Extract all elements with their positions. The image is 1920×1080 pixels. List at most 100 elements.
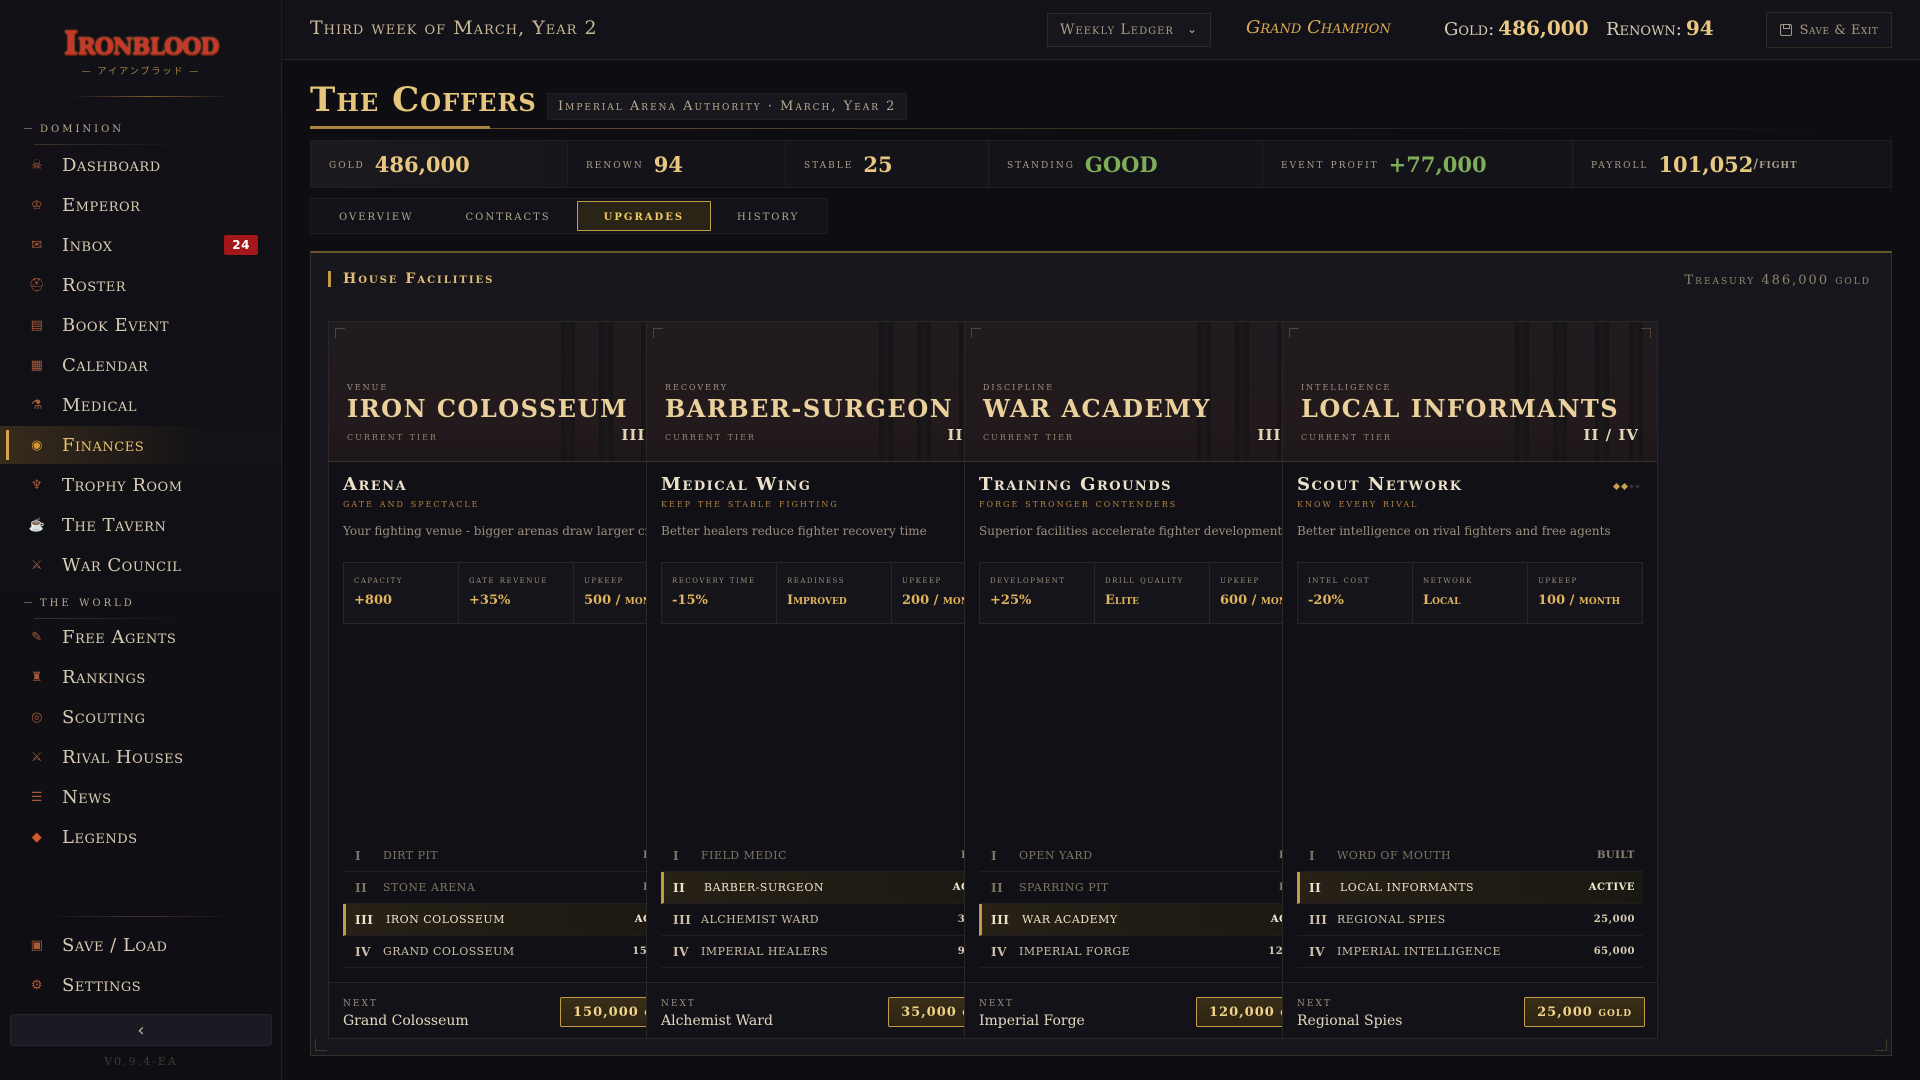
tab-upgrades[interactable]: upgrades [576, 201, 712, 231]
next-upgrade-name: Regional Spies [1297, 1013, 1403, 1029]
tier-row[interactable]: IIIAlchemist Ward35,000 [661, 904, 1007, 936]
spec-value: Elite [1105, 593, 1140, 608]
coins-icon: ◉ [31, 437, 43, 453]
current-tier-label: current tier [1301, 430, 1392, 443]
banner-pillar [561, 322, 575, 461]
sidebar-item-label: Inbox [62, 234, 113, 256]
facility-category: venue [347, 380, 389, 393]
sidebar-item-label: Rival Houses [62, 746, 184, 768]
tier-row: IField MedicBUILT [661, 840, 1007, 872]
skull-icon: ☠ [30, 157, 44, 173]
tier-name: Imperial Intelligence [1337, 945, 1502, 958]
facility-specs: intel cost -20% network Local upkeep 100 / mo… [1297, 562, 1643, 624]
spec-value: -20% [1308, 593, 1344, 608]
current-date: Third week of March, Year 2 [310, 17, 598, 39]
banner-pillar [1197, 322, 1211, 461]
save-exit-button[interactable]: Save & Exit [1766, 12, 1892, 48]
tier-name: Grand Colosseum [383, 945, 515, 958]
sidebar-item-label: Legends [62, 826, 138, 848]
spec-cell: intel cost -20% [1298, 563, 1413, 623]
collapse-sidebar-button[interactable]: ‹ [10, 1014, 272, 1046]
facility-category: recovery [665, 380, 729, 393]
sidebar-item-label: News [62, 786, 112, 808]
tier-row: IDirt PitBUILT [343, 840, 689, 872]
tier-name: Imperial Forge [1019, 945, 1131, 958]
tier-number: III [355, 912, 374, 927]
tier-number: I [355, 848, 362, 863]
sidebar-item-inbox[interactable]: ✉ Inbox 24 [0, 226, 282, 264]
tier-name: Local Informants [1340, 881, 1475, 894]
tier-row: IIStone ArenaBUILT [343, 872, 689, 904]
facility-type-subtitle: forge stronger contenders [979, 496, 1178, 510]
tier-number: IV [991, 944, 1007, 959]
tier-name: Sparring Pit [1019, 881, 1109, 894]
sidebar-item-label: Rankings [62, 666, 146, 688]
tier-number: I [1309, 848, 1316, 863]
tier-name: Word of Mouth [1337, 849, 1452, 862]
crown-icon: ♔ [30, 197, 44, 213]
sidebar-item-rival-houses[interactable]: ⚔ Rival Houses [0, 738, 282, 776]
tier-row[interactable]: IVImperial Forge120,000 [979, 936, 1325, 968]
banner-pillar [599, 322, 613, 461]
tier-row[interactable]: IVGrand Colosseum150,000 [343, 936, 689, 968]
sidebar-item-save-load[interactable]: ▣ Save / Load [0, 926, 282, 964]
stat-suffix: /fight [1753, 156, 1798, 172]
banner-corner [971, 328, 981, 338]
sidebar-item-roster[interactable]: ⛑ Roster [0, 266, 282, 304]
sidebar-item-dashboard[interactable]: ☠ Dashboard [0, 146, 282, 184]
sidebar-item-scouting[interactable]: ◎ Scouting [0, 698, 282, 736]
facility-type-title: Training Grounds [979, 474, 1172, 495]
facility-name: BARBER-SURGEON [665, 394, 954, 423]
stat-value: GOOD [1084, 151, 1158, 177]
spec-label: gate revenue [469, 575, 548, 586]
disk-icon: ▣ [30, 937, 44, 953]
tier-row[interactable]: IV Imperial Intelligence 65,000 [1297, 936, 1643, 968]
sidebar-item-label: Roster [62, 274, 127, 296]
tier-pip-filled [1620, 482, 1629, 491]
gear-icon: ⚙ [30, 977, 44, 993]
gold-value: 486,000 [1498, 16, 1589, 40]
sidebar-item-war-council[interactable]: ⚔ War Council [0, 546, 282, 584]
spec-value: +35% [469, 593, 511, 608]
sidebar-item-settings[interactable]: ⚙ Settings [0, 966, 282, 1004]
tab-bar: overview contracts upgrades history [310, 198, 829, 234]
sidebar-item-finances[interactable]: ◉ Finances [0, 426, 282, 464]
tier-status: ACTIVE [1588, 882, 1635, 893]
sidebar-item-calendar[interactable]: ▦ Calendar [0, 346, 282, 384]
spec-cell: development +25% [980, 563, 1095, 623]
trophy-icon: ♆ [30, 477, 44, 493]
tab-overview[interactable]: overview [313, 201, 439, 231]
spec-cell: readiness Improved [777, 563, 892, 623]
tab-contracts[interactable]: contracts [439, 201, 576, 231]
tier-row: IOpen YardBUILT [979, 840, 1325, 872]
sidebar-item-trophy-room[interactable]: ♆ Trophy Room [0, 466, 282, 504]
banner-pillar [1515, 322, 1529, 461]
tier-row[interactable]: IVImperial Healers90,000 [661, 936, 1007, 968]
tab-history[interactable]: history [711, 201, 825, 231]
purchase-upgrade-button[interactable]: 25,000 gold [1524, 997, 1645, 1027]
sidebar-item-rankings[interactable]: ♜ Rankings [0, 658, 282, 696]
tier-number: II [673, 880, 686, 895]
sidebar-item-news[interactable]: ☰ News [0, 778, 282, 816]
sidebar-item-medical[interactable]: ⚗ Medical [0, 386, 282, 424]
sidebar-item-legends[interactable]: ◆ Legends [0, 818, 282, 856]
sidebar-item-emperor[interactable]: ♔ Emperor [0, 186, 282, 224]
tier-name: Imperial Healers [701, 945, 829, 958]
sidebar-item-the-tavern[interactable]: ☕ The Tavern [0, 506, 282, 544]
tier-number: IV [1309, 944, 1325, 959]
sidebar-item-free-agents[interactable]: ✎ Free Agents [0, 618, 282, 656]
tier-number: IV [355, 944, 371, 959]
card-banner: intelligence LOCAL INFORMANTS current ti… [1283, 322, 1657, 462]
current-tier-label: current tier [347, 430, 438, 443]
spec-cell: gate revenue +35% [459, 563, 574, 623]
stat-value: 486,000 [374, 151, 470, 177]
sidebar-divider [40, 916, 240, 917]
save-exit-label: Save & Exit [1799, 22, 1879, 38]
tier-row[interactable]: III Regional Spies 25,000 [1297, 904, 1643, 936]
spec-label: network [1423, 575, 1473, 586]
ledger-dropdown[interactable]: Weekly Ledger ⌄ [1047, 13, 1211, 47]
book-icon: ▤ [30, 317, 44, 333]
next-upgrade-name: Alchemist Ward [661, 1013, 773, 1029]
scroll-icon: ✉ [31, 237, 43, 253]
sidebar-item-book-event[interactable]: ▤ Book Event [0, 306, 282, 344]
